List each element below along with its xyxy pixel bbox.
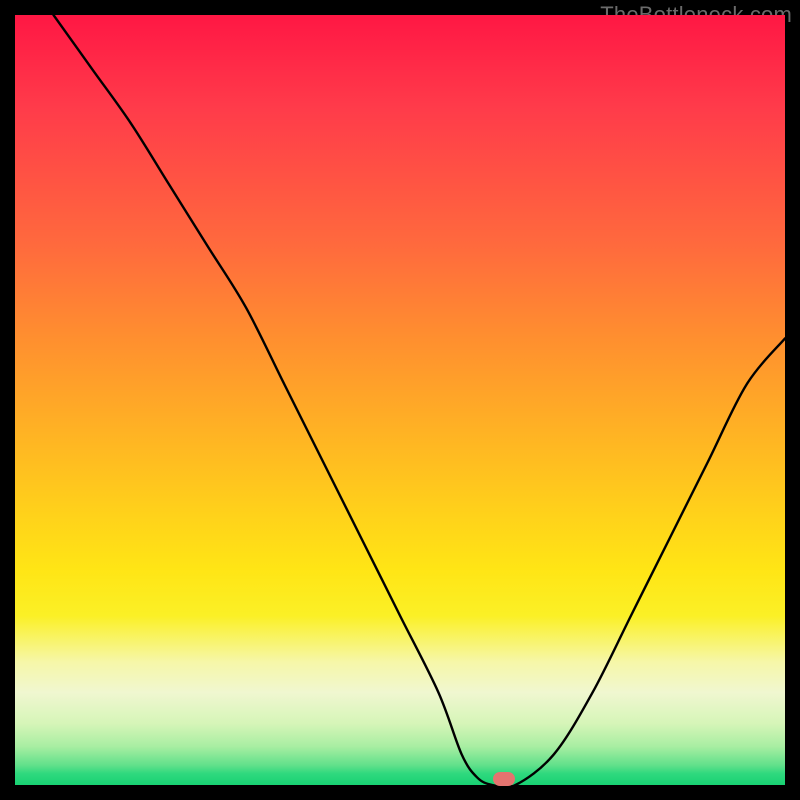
bottleneck-curve	[15, 15, 785, 785]
chart-container: TheBottleneck.com	[0, 0, 800, 800]
optimal-marker	[493, 772, 515, 786]
plot-area	[15, 15, 785, 785]
